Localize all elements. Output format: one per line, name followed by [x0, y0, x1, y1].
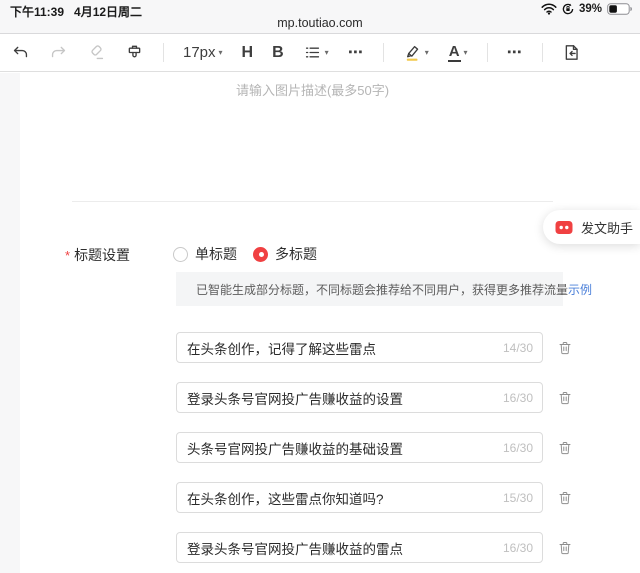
dropdown-caret-icon: ▾ [424, 47, 429, 57]
more-options-button[interactable]: ⋯ [507, 45, 523, 60]
title-input-wrap: 14/30 [176, 332, 543, 363]
multi-title-label: 多标题 [275, 246, 317, 262]
heading-label: H [241, 43, 254, 61]
char-counter: 16/30 [502, 540, 533, 555]
char-counter: 16/30 [502, 390, 533, 405]
trash-icon [559, 491, 571, 504]
title-row: 16/30 [176, 382, 573, 413]
smart-title-notice: 已智能生成部分标题，不同标题会推荐给不同用户，获得更多推荐流量 示例 [176, 272, 592, 306]
status-icons: 39% [541, 3, 633, 15]
format-painter-button[interactable] [125, 43, 144, 62]
multi-title-radio[interactable]: 多标题 [253, 244, 317, 264]
rotation-lock-icon [562, 3, 574, 15]
import-document-button[interactable] [562, 43, 581, 62]
bold-label: B [272, 43, 284, 61]
char-counter: 16/30 [502, 440, 533, 455]
more-icon: ⋯ [347, 44, 364, 61]
font-size-select[interactable]: 17px ▾ [183, 44, 223, 61]
text-color-button[interactable]: A ▾ [447, 43, 468, 63]
address-bar[interactable]: mp.toutiao.com [0, 16, 640, 30]
title-input[interactable] [176, 332, 543, 363]
page-content: 请输入图片描述(最多50字) 发文助手 * 标题设置 单标题 多标题 已智能生成部… [0, 73, 640, 573]
title-input-wrap: 16/30 [176, 532, 543, 563]
heading-button[interactable]: H [242, 44, 254, 62]
trash-icon [559, 391, 571, 404]
eraser-icon [91, 45, 104, 60]
file-import-icon [565, 45, 578, 60]
publish-assistant-label: 发文助手 [581, 220, 634, 236]
radio-circle-icon [253, 246, 268, 262]
delete-title-button[interactable] [557, 390, 573, 406]
notice-text: 已智能生成部分标题，不同标题会推荐给不同用户，获得更多推荐流量 [196, 282, 569, 297]
title-settings-label: * 标题设置 [65, 247, 131, 263]
title-row: 16/30 [176, 432, 573, 463]
radio-circle-icon [173, 246, 188, 262]
toolbar-separator [486, 43, 488, 62]
delete-title-button[interactable] [557, 340, 573, 356]
title-list: 14/30 16/30 16/30 [176, 332, 573, 563]
format-painter-icon [128, 45, 141, 58]
publish-assistant-button[interactable]: 发文助手 [543, 210, 640, 244]
title-input[interactable] [176, 532, 543, 563]
dropdown-caret-icon: ▾ [324, 47, 329, 57]
title-input[interactable] [176, 382, 543, 413]
toolbar-separator [382, 43, 384, 62]
char-counter: 14/30 [502, 340, 533, 355]
font-size-value: 17px [183, 44, 216, 61]
title-input-wrap: 16/30 [176, 382, 543, 413]
bold-button[interactable]: B [272, 44, 284, 62]
title-input[interactable] [176, 482, 543, 513]
title-input-wrap: 16/30 [176, 432, 543, 463]
more-tools-button[interactable]: ⋯ [348, 45, 364, 60]
text-color-label: A [447, 43, 461, 63]
trash-icon [559, 541, 571, 554]
battery-percent: 39% [578, 3, 602, 15]
delete-title-button[interactable] [557, 540, 573, 556]
page-background-strip [0, 73, 20, 573]
dropdown-caret-icon: ▾ [463, 47, 468, 57]
clear-format-button[interactable] [87, 43, 106, 62]
delete-title-button[interactable] [557, 490, 573, 506]
toolbar-separator [163, 43, 164, 62]
toolbar-separator [541, 43, 543, 62]
title-row: 14/30 [176, 332, 573, 363]
redo-icon [51, 46, 66, 58]
more-icon: ⋯ [506, 44, 523, 61]
ipad-screen: 下午11:39 4月12日周二 39% mp.toutiao.com 17px … [0, 0, 640, 573]
editor-divider [72, 201, 553, 202]
trash-icon [559, 341, 571, 354]
char-counter: 15/30 [502, 490, 533, 505]
dropdown-caret-icon: ▾ [218, 47, 223, 57]
undo-button[interactable] [11, 43, 30, 62]
title-row: 16/30 [176, 532, 573, 563]
image-caption-placeholder[interactable]: 请输入图片描述(最多50字) [72, 80, 553, 99]
undo-icon [13, 46, 28, 58]
editor-toolbar: 17px ▾ H B ▾ ⋯ ▾ A ▾ ⋯ [0, 34, 640, 72]
list-button[interactable]: ▾ [303, 43, 329, 62]
status-bar: 下午11:39 4月12日周二 39% mp.toutiao.com [0, 0, 640, 34]
highlight-color-button[interactable]: ▾ [403, 43, 429, 62]
battery-icon [607, 3, 632, 15]
wifi-icon [541, 3, 557, 15]
list-icon [305, 47, 319, 58]
title-input[interactable] [176, 432, 543, 463]
example-link[interactable]: 示例 [568, 281, 592, 298]
title-input-wrap: 15/30 [176, 482, 543, 513]
delete-title-button[interactable] [557, 440, 573, 456]
title-row: 15/30 [176, 482, 573, 513]
single-title-radio[interactable]: 单标题 [173, 244, 237, 264]
redo-button[interactable] [49, 43, 68, 62]
trash-icon [559, 441, 571, 454]
required-asterisk: * [65, 248, 71, 263]
single-title-label: 单标题 [195, 246, 237, 262]
highlighter-icon [406, 45, 418, 61]
robot-icon [555, 220, 573, 234]
